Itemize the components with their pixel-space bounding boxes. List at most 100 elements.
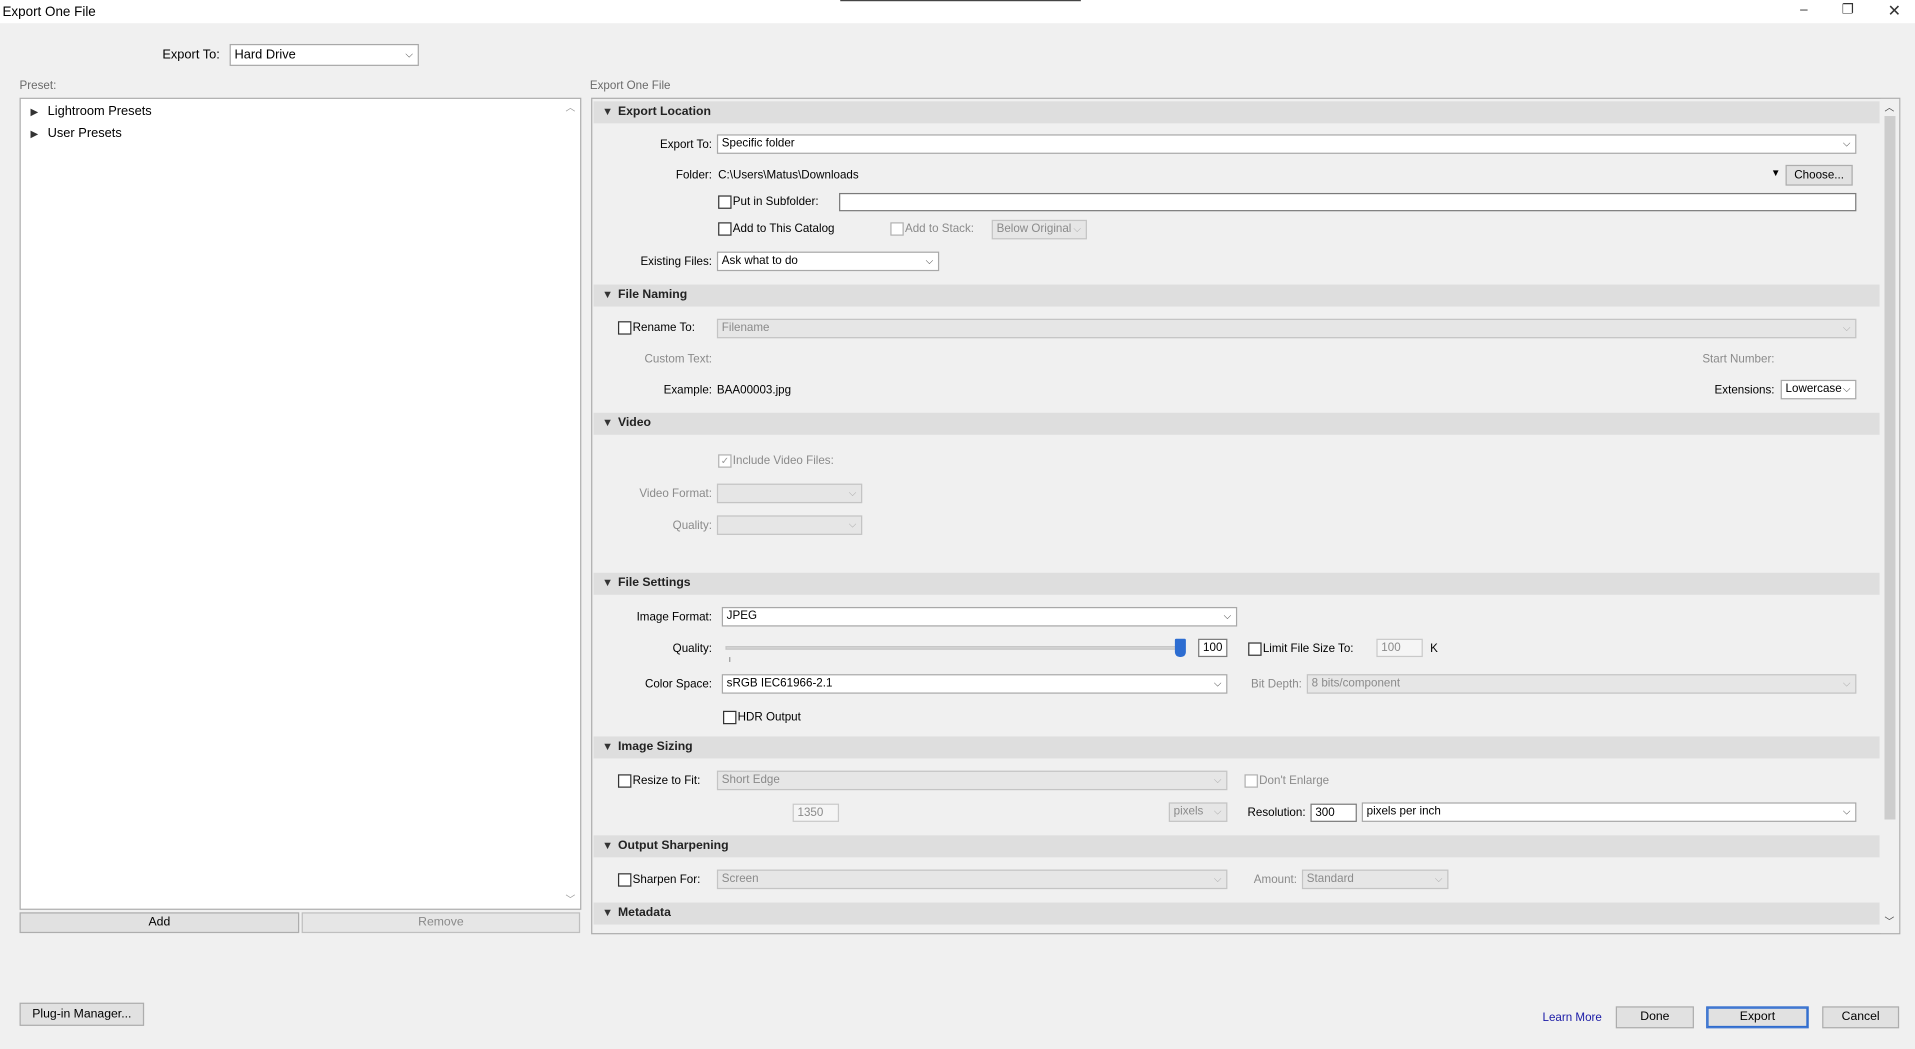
minimize-icon[interactable]: –	[1786, 0, 1823, 23]
bit-depth-select[interactable]: 8 bits/component ⌵	[1306, 674, 1857, 694]
scroll-up-icon[interactable]: ︿	[565, 101, 575, 114]
export-to-select[interactable]: Specific folder ⌵	[716, 134, 1857, 154]
export-to-value: Specific folder	[721, 136, 795, 151]
rename-label: Rename To:	[632, 321, 695, 335]
include-video-checkbox[interactable]: ✓	[718, 454, 732, 468]
video-quality-select[interactable]: ⌵	[716, 515, 863, 535]
title-divider	[840, 0, 1081, 2]
chevron-down-icon: ⌵	[1213, 677, 1222, 689]
scroll-down-icon[interactable]: ﹀	[1884, 915, 1894, 928]
video-quality-label: Quality:	[672, 519, 713, 533]
subfolder-input[interactable]	[839, 192, 1857, 212]
collapse-triangle-icon[interactable]: ▼	[602, 576, 613, 588]
resolution-input[interactable]: 300	[1310, 803, 1357, 822]
color-space-select[interactable]: sRGB IEC61966-2.1 ⌵	[721, 674, 1228, 694]
size-input[interactable]: 1350	[792, 803, 840, 822]
rename-select[interactable]: Filename ⌵	[716, 318, 1857, 339]
quality-slider-track[interactable]	[725, 646, 1185, 650]
scroll-down-icon[interactable]: ﹀	[565, 893, 575, 906]
expand-triangle-icon[interactable]: ▶	[31, 106, 48, 117]
hdr-output-checkbox[interactable]	[723, 710, 737, 725]
expand-triangle-icon[interactable]: ▶	[31, 128, 48, 139]
close-icon[interactable]: ✕	[1876, 0, 1913, 23]
quality-slider-thumb[interactable]	[1174, 638, 1186, 658]
amount-label: Amount:	[1253, 873, 1298, 887]
collapse-triangle-icon[interactable]: ▼	[602, 105, 613, 117]
collapse-triangle-icon[interactable]: ▼	[602, 740, 613, 752]
resize-label: Resize to Fit:	[632, 774, 701, 788]
resize-checkbox[interactable]	[617, 774, 632, 788]
section-file-settings[interactable]: ▼ File Settings	[593, 572, 1880, 595]
sharpen-label: Sharpen For:	[632, 873, 701, 887]
plugin-manager-button[interactable]: Plug-in Manager...	[19, 1002, 145, 1026]
collapse-triangle-icon[interactable]: ▼	[602, 416, 613, 428]
add-catalog-checkbox[interactable]	[718, 222, 732, 236]
section-title: Image Sizing	[617, 740, 693, 754]
section-output-sharpening[interactable]: ▼ Output Sharpening	[593, 835, 1880, 858]
section-title: Output Sharpening	[617, 839, 729, 853]
quality-input[interactable]: 100	[1198, 638, 1228, 658]
resize-select[interactable]: Short Edge ⌵	[716, 770, 1228, 791]
limit-size-label: Limit File Size To:	[1262, 642, 1354, 656]
scrollbar-thumb[interactable]	[1884, 116, 1896, 820]
section-title: Video	[617, 416, 652, 430]
top-export-to-value: Hard Drive	[234, 47, 296, 63]
section-file-naming[interactable]: ▼ File Naming	[593, 284, 1880, 307]
add-preset-button[interactable]: Add	[19, 912, 300, 934]
add-stack-checkbox[interactable]	[890, 222, 904, 236]
image-format-select[interactable]: JPEG ⌵	[721, 606, 1238, 627]
collapse-triangle-icon[interactable]: ▼	[602, 906, 613, 918]
section-image-sizing[interactable]: ▼ Image Sizing	[593, 736, 1880, 759]
scroll-up-icon[interactable]: ︿	[1884, 101, 1894, 114]
export-button[interactable]: Export	[1706, 1006, 1809, 1029]
limit-size-input[interactable]: 100	[1376, 638, 1423, 658]
preset-tree[interactable]: ▶ Lightroom Presets ▶ User Presets ︿ ﹀	[19, 97, 582, 910]
video-format-select[interactable]: ⌵	[716, 483, 863, 504]
stack-select[interactable]: Below Original ⌵	[991, 219, 1087, 240]
color-space-value: sRGB IEC61966-2.1	[726, 676, 833, 691]
chevron-down-icon: ⌵	[1434, 873, 1443, 885]
restore-icon[interactable]: ❐	[1830, 0, 1867, 23]
size-units-select[interactable]: pixels ⌵	[1168, 802, 1228, 822]
resolution-unit-select[interactable]: pixels per inch ⌵	[1361, 802, 1857, 822]
add-stack-label: Add to Stack:	[904, 222, 975, 236]
tree-item-user-presets[interactable]: ▶ User Presets	[31, 126, 122, 141]
tree-item-lightroom-presets[interactable]: ▶ Lightroom Presets	[31, 104, 152, 119]
section-video[interactable]: ▼ Video	[593, 412, 1880, 435]
image-format-label: Image Format:	[636, 610, 713, 625]
sharpen-select[interactable]: Screen ⌵	[716, 869, 1228, 890]
limit-size-checkbox[interactable]	[1248, 642, 1262, 656]
preset-label: Preset:	[19, 79, 57, 93]
bit-depth-label: Bit Depth:	[1250, 677, 1302, 692]
subfolder-checkbox[interactable]	[718, 195, 732, 209]
resolution-unit-value: pixels per inch	[1366, 804, 1441, 819]
color-space-label: Color Space:	[644, 677, 713, 692]
section-export-location[interactable]: ▼ Export Location	[593, 101, 1880, 124]
collapse-triangle-icon[interactable]: ▼	[602, 288, 613, 300]
folder-dropdown-icon[interactable]: ▼	[1771, 167, 1781, 178]
top-export-to-select[interactable]: Hard Drive ⌵	[229, 43, 419, 66]
rename-checkbox[interactable]	[617, 321, 632, 335]
choose-folder-button[interactable]: Choose...	[1785, 164, 1853, 186]
tree-item-label: Lightroom Presets	[47, 103, 152, 119]
dont-enlarge-checkbox[interactable]	[1244, 774, 1258, 788]
start-number-label: Start Number:	[1702, 352, 1775, 367]
settings-scrollbar[interactable]: ︿ ﹀	[1880, 98, 1900, 934]
sharpen-value: Screen	[721, 872, 759, 886]
amount-select[interactable]: Standard ⌵	[1301, 869, 1449, 890]
extensions-label: Extensions:	[1714, 383, 1775, 397]
learn-more-link[interactable]: Learn More	[1543, 1011, 1602, 1024]
chevron-down-icon: ⌵	[1073, 223, 1081, 235]
export-dialog: Export One File – ❐ ✕ Export To: Hard Dr…	[0, 0, 1915, 1049]
remove-preset-button[interactable]: Remove	[301, 912, 581, 934]
existing-files-select[interactable]: Ask what to do ⌵	[716, 251, 940, 272]
collapse-triangle-icon[interactable]: ▼	[602, 839, 613, 851]
chevron-down-icon: ⌵	[405, 48, 413, 60]
top-export-to-label: Export To:	[162, 47, 220, 63]
done-button[interactable]: Done	[1615, 1006, 1694, 1029]
sharpen-checkbox[interactable]	[617, 873, 632, 887]
extensions-select[interactable]: Lowercase ⌵	[1780, 379, 1857, 400]
section-metadata[interactable]: ▼ Metadata	[593, 902, 1880, 925]
cancel-button[interactable]: Cancel	[1822, 1006, 1900, 1029]
chevron-down-icon: ⌵	[1842, 806, 1851, 818]
